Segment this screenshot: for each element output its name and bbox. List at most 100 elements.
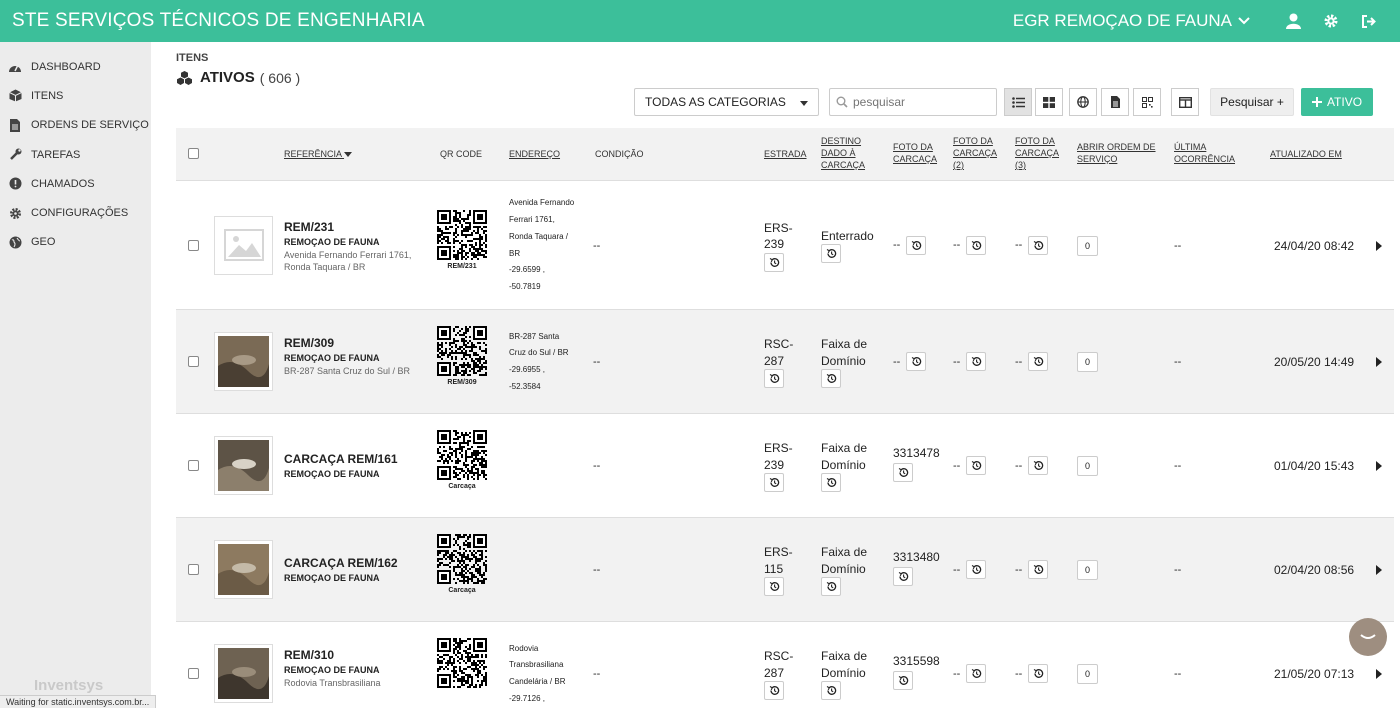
grid-view-icon[interactable]	[1035, 88, 1063, 116]
history-button[interactable]	[906, 352, 927, 371]
qr-code-cell	[428, 638, 496, 691]
reference-code[interactable]: CARCAÇA REM/162	[284, 556, 424, 570]
destination-line: Faixa de	[821, 649, 868, 663]
row-expand-arrow-icon[interactable]	[1376, 240, 1382, 251]
sidebar-item-tarefas[interactable]: TAREFAS	[0, 140, 151, 169]
row-checkbox[interactable]	[188, 356, 199, 367]
qr-view-icon[interactable]	[1133, 88, 1161, 116]
history-button[interactable]	[764, 473, 784, 492]
globe-view-icon[interactable]	[1069, 88, 1097, 116]
chat-launcher-button[interactable]	[1349, 618, 1387, 656]
history-button[interactable]	[821, 473, 841, 492]
reference-code[interactable]: REM/310	[284, 648, 424, 662]
condition-value: --	[593, 356, 601, 368]
asset-thumbnail	[214, 332, 273, 391]
column-header[interactable]: ESTRADA	[764, 148, 807, 160]
column-header[interactable]: FOTO DA CARCAÇA (2)	[953, 135, 1005, 171]
gear-icon[interactable]	[1312, 0, 1350, 42]
open-service-order-button[interactable]: 0	[1077, 664, 1098, 684]
column-header[interactable]: ABRIR ORDEM DE SERVIÇO	[1077, 141, 1163, 165]
sidebar-item-chamados[interactable]: CHAMADOS	[0, 169, 151, 198]
open-service-order-button[interactable]: 0	[1077, 560, 1098, 580]
row-checkbox[interactable]	[188, 668, 199, 679]
row-expand-arrow-icon[interactable]	[1376, 669, 1382, 679]
row-checkbox[interactable]	[188, 460, 199, 471]
sidebar-item-ordens-de-servico[interactable]: ORDENS DE SERVIÇO	[0, 111, 151, 140]
history-button[interactable]	[764, 252, 784, 272]
row-checkbox[interactable]	[188, 564, 199, 575]
add-asset-button[interactable]: ATIVO	[1301, 88, 1373, 116]
carcass-photo-value: --	[953, 563, 961, 576]
search-input[interactable]	[853, 95, 983, 109]
sidebar-item-dashboard[interactable]: DASHBOARD	[0, 52, 151, 81]
history-button[interactable]	[821, 369, 841, 388]
carcass-photo-cell: --	[953, 560, 987, 579]
column-header[interactable]: FOTO DA CARCAÇA (3)	[1015, 135, 1067, 171]
project-selector[interactable]: EGR REMOÇAO DE FAUNA	[1013, 11, 1250, 31]
select-all-checkbox[interactable]	[188, 148, 199, 159]
project-name: EGR REMOÇAO DE FAUNA	[1012, 11, 1232, 30]
history-button[interactable]	[1028, 560, 1049, 579]
column-header[interactable]: FOTO DA CARCAÇA	[893, 141, 945, 165]
history-button[interactable]	[893, 463, 913, 482]
document-view-icon[interactable]	[1101, 88, 1129, 116]
sidebar-item-label: TAREFAS	[31, 148, 81, 161]
columns-icon[interactable]	[1171, 88, 1199, 116]
history-icon	[1033, 565, 1044, 574]
logout-icon[interactable]	[1350, 0, 1388, 42]
history-button[interactable]	[966, 352, 987, 371]
history-button[interactable]	[966, 456, 987, 475]
sidebar-item-geo[interactable]: GEO	[0, 228, 151, 257]
open-service-order-button[interactable]: 0	[1077, 235, 1098, 256]
history-button[interactable]	[764, 369, 784, 388]
history-button[interactable]	[821, 244, 841, 263]
history-button[interactable]	[893, 671, 913, 690]
reference-cell[interactable]: CARCAÇA REM/161 REMOÇAO DE FAUNA	[284, 452, 424, 479]
history-button[interactable]	[1028, 235, 1049, 255]
table-row[interactable]: CARCAÇA REM/162 REMOÇAO DE FAUNA Carcaça --…	[176, 517, 1394, 621]
history-button[interactable]	[764, 577, 784, 596]
reference-cell[interactable]: CARCAÇA REM/162 REMOÇAO DE FAUNA	[284, 556, 424, 583]
reference-cell[interactable]: REM/309 REMOÇAO DE FAUNA BR-287 Santa Cruz…	[284, 336, 424, 377]
reference-code[interactable]: REM/231	[284, 220, 424, 234]
row-expand-arrow-icon[interactable]	[1376, 461, 1382, 471]
history-button[interactable]	[1028, 352, 1049, 371]
sidebar-item-configuracoes[interactable]: CONFIGURAÇÕES	[0, 198, 151, 227]
history-button[interactable]	[966, 560, 987, 579]
table-row[interactable]: REM/310 REMOÇAO DE FAUNA Rodovia Transbras…	[176, 621, 1394, 708]
reference-cell[interactable]: REM/310 REMOÇAO DE FAUNA Rodovia Transbras…	[284, 648, 424, 689]
column-header[interactable]: ATUALIZADO EM	[1270, 148, 1342, 160]
column-header[interactable]: ÚLTIMA OCORRÊNCIA	[1174, 141, 1242, 165]
reference-cell[interactable]: REM/231 REMOÇAO DE FAUNA Avenida Fernando …	[284, 220, 424, 273]
history-button[interactable]	[821, 681, 841, 700]
column-header[interactable]: ENDEREÇO	[509, 148, 560, 160]
carcass-photo-value: --	[953, 667, 961, 680]
row-expand-arrow-icon[interactable]	[1376, 357, 1382, 367]
table-row[interactable]: CARCAÇA REM/161 REMOÇAO DE FAUNA Carcaça --…	[176, 413, 1394, 517]
history-button[interactable]	[906, 235, 927, 255]
row-expand-arrow-icon[interactable]	[1376, 565, 1382, 575]
history-button[interactable]	[1028, 664, 1049, 683]
history-button[interactable]	[966, 235, 987, 255]
history-icon	[769, 478, 779, 487]
category-select[interactable]: TODAS AS CATEGORIAS	[634, 88, 819, 116]
history-button[interactable]	[764, 681, 784, 700]
carcass-photo-value: --	[953, 459, 961, 472]
history-button[interactable]	[1028, 456, 1049, 475]
open-service-order-button[interactable]: 0	[1077, 352, 1098, 372]
sidebar-item-itens[interactable]: ITENS	[0, 81, 151, 110]
reference-code[interactable]: CARCAÇA REM/161	[284, 452, 424, 466]
table-row[interactable]: REM/231 REMOÇAO DE FAUNA Avenida Fernando …	[176, 180, 1394, 309]
user-icon[interactable]	[1274, 0, 1312, 42]
history-button[interactable]	[821, 577, 841, 596]
search-plus-button[interactable]: Pesquisar +	[1210, 88, 1294, 116]
list-view-icon[interactable]	[1004, 88, 1032, 116]
column-header[interactable]: REFERÊNCIA	[284, 148, 353, 160]
history-button[interactable]	[966, 664, 987, 683]
table-row[interactable]: REM/309 REMOÇAO DE FAUNA BR-287 Santa Cruz…	[176, 309, 1394, 413]
row-checkbox[interactable]	[188, 239, 199, 251]
reference-code[interactable]: REM/309	[284, 336, 424, 350]
history-button[interactable]	[893, 567, 913, 586]
open-service-order-button[interactable]: 0	[1077, 456, 1098, 476]
column-header[interactable]: DESTINO DADO À CARCAÇA	[821, 135, 877, 171]
